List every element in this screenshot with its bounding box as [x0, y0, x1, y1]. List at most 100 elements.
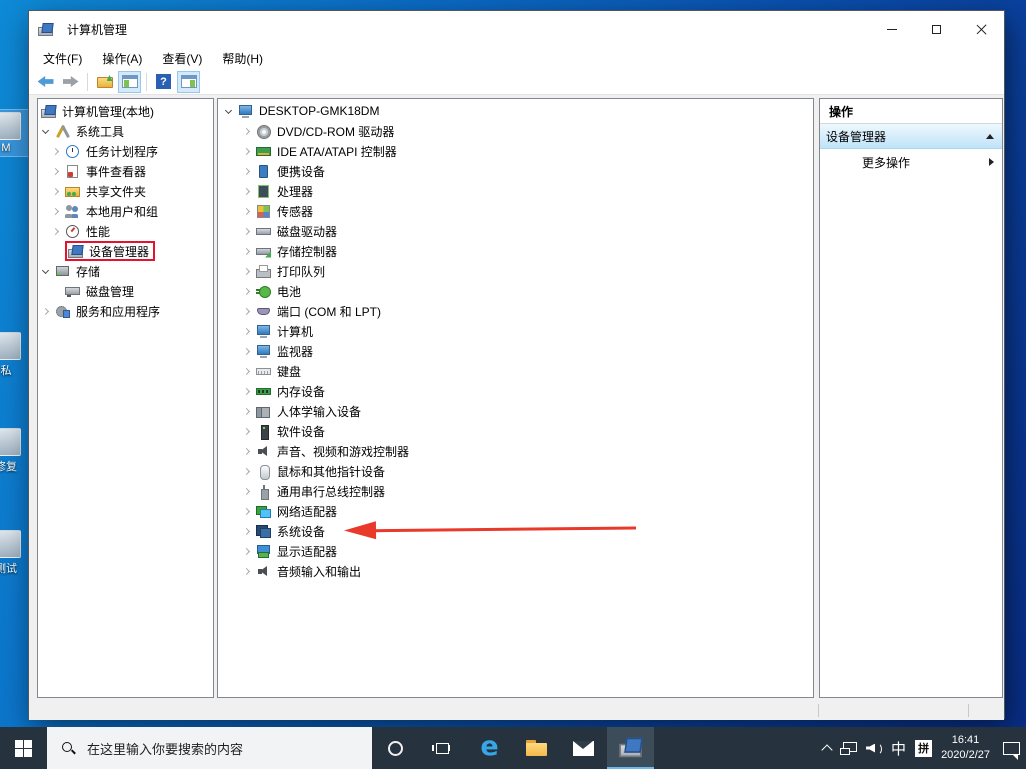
tree-item-disk-management[interactable]: 磁盘管理	[38, 281, 213, 301]
chevron-down-icon[interactable]	[225, 106, 232, 113]
device-category-storage-controllers[interactable]: 存储控制器	[218, 241, 813, 261]
desktop-icon[interactable]: 私	[0, 332, 28, 378]
edge-button[interactable]: e	[466, 727, 513, 769]
show-hidden-icons-chevron[interactable]	[821, 744, 832, 755]
volume-icon[interactable]	[866, 742, 882, 755]
device-category-keyboards[interactable]: 键盘	[218, 361, 813, 381]
device-category-processors[interactable]: 处理器	[218, 181, 813, 201]
tree-item-services-applications[interactable]: 服务和应用程序	[38, 301, 213, 321]
ime-mode-indicator[interactable]: 拼	[915, 740, 932, 757]
device-category-sensors[interactable]: 传感器	[218, 201, 813, 221]
action-center-icon[interactable]	[1003, 742, 1020, 755]
file-explorer-button[interactable]	[513, 727, 560, 769]
device-category-mice[interactable]: 鼠标和其他指针设备	[218, 461, 813, 481]
device-category-sound-video-game[interactable]: 声音、视频和游戏控制器	[218, 441, 813, 461]
chevron-right-icon[interactable]	[243, 207, 250, 214]
device-category-computer[interactable]: 计算机	[218, 321, 813, 341]
device-category-network-adapters[interactable]: 网络适配器	[218, 501, 813, 521]
chevron-right-icon[interactable]	[243, 367, 250, 374]
up-folder-button[interactable]	[93, 71, 116, 93]
device-category-ports[interactable]: 端口 (COM 和 LPT)	[218, 301, 813, 321]
chevron-down-icon[interactable]	[42, 126, 49, 133]
computer-management-taskbar-button[interactable]	[607, 727, 654, 769]
more-actions-item[interactable]: 更多操作	[820, 149, 1002, 175]
close-button[interactable]	[959, 11, 1004, 47]
tree-item-task-scheduler[interactable]: 任务计划程序	[38, 141, 213, 161]
start-button[interactable]	[0, 727, 47, 769]
tree-item-system-tools[interactable]: 系统工具	[38, 121, 213, 141]
device-category-ide-controller[interactable]: IDE ATA/ATAPI 控制器	[218, 141, 813, 161]
device-category-dvd-cdrom[interactable]: DVD/CD-ROM 驱动器	[218, 121, 813, 141]
minimize-button[interactable]	[869, 11, 914, 47]
desktop-icon[interactable]: M	[0, 110, 28, 156]
chevron-right-icon[interactable]	[243, 267, 250, 274]
ime-language-indicator[interactable]: 中	[891, 738, 906, 759]
chevron-right-icon[interactable]	[52, 147, 59, 154]
maximize-button[interactable]	[914, 11, 959, 47]
device-tree-root[interactable]: DESKTOP-GMK18DM	[218, 101, 813, 121]
chevron-right-icon[interactable]	[243, 507, 250, 514]
desktop-icon[interactable]: 修复	[0, 428, 28, 474]
device-category-memory-devices[interactable]: 内存设备	[218, 381, 813, 401]
device-category-disk-drives[interactable]: 磁盘驱动器	[218, 221, 813, 241]
chevron-right-icon[interactable]	[243, 127, 250, 134]
device-category-monitors[interactable]: 监视器	[218, 341, 813, 361]
chevron-right-icon[interactable]	[243, 227, 250, 234]
tree-item-shared-folders[interactable]: 共享文件夹	[38, 181, 213, 201]
tree-item-performance[interactable]: 性能	[38, 221, 213, 241]
chevron-down-icon[interactable]	[42, 266, 49, 273]
device-category-portable-devices[interactable]: 便携设备	[218, 161, 813, 181]
chevron-right-icon[interactable]	[243, 527, 250, 534]
collapse-section-icon[interactable]	[986, 134, 994, 139]
device-category-print-queues[interactable]: 打印队列	[218, 261, 813, 281]
tree-item-event-viewer[interactable]: 事件查看器	[38, 161, 213, 181]
help-button[interactable]: ?	[152, 71, 175, 93]
menu-action[interactable]: 操作(A)	[92, 48, 152, 69]
tree-item-device-manager[interactable]: 设备管理器	[38, 241, 213, 261]
task-view-button[interactable]	[419, 727, 466, 769]
network-icon[interactable]	[840, 742, 857, 755]
back-button[interactable]	[34, 71, 57, 93]
device-category-audio-io[interactable]: 音频输入和输出	[218, 561, 813, 581]
chevron-right-icon[interactable]	[243, 147, 250, 154]
toggle-console-tree-button[interactable]	[118, 71, 141, 93]
toggle-action-pane-button[interactable]	[177, 71, 200, 93]
chevron-right-icon[interactable]	[243, 167, 250, 174]
title-bar[interactable]: 计算机管理	[29, 11, 1004, 47]
chevron-right-icon[interactable]	[243, 187, 250, 194]
chevron-right-icon[interactable]	[52, 207, 59, 214]
chevron-right-icon[interactable]	[243, 287, 250, 294]
device-category-software-devices[interactable]: 软件设备	[218, 421, 813, 441]
mail-button[interactable]	[560, 727, 607, 769]
chevron-right-icon[interactable]	[243, 427, 250, 434]
chevron-right-icon[interactable]	[42, 307, 49, 314]
chevron-right-icon[interactable]	[243, 487, 250, 494]
forward-button[interactable]	[59, 71, 82, 93]
taskbar-search[interactable]: 在这里输入你要搜索的内容	[47, 727, 372, 769]
chevron-right-icon[interactable]	[243, 307, 250, 314]
device-category-hid[interactable]: 人体学输入设备	[218, 401, 813, 421]
menu-file[interactable]: 文件(F)	[33, 48, 92, 69]
tree-item-storage[interactable]: 存储	[38, 261, 213, 281]
chevron-right-icon[interactable]	[243, 547, 250, 554]
chevron-right-icon[interactable]	[243, 347, 250, 354]
desktop-icon[interactable]: 测试	[0, 530, 28, 576]
chevron-right-icon[interactable]	[52, 167, 59, 174]
chevron-right-icon[interactable]	[243, 327, 250, 334]
tree-item-computer-management-root[interactable]: 计算机管理(本地)	[38, 101, 213, 121]
cortana-button[interactable]	[372, 727, 419, 769]
actions-section-device-manager[interactable]: 设备管理器	[820, 124, 1002, 149]
chevron-right-icon[interactable]	[52, 187, 59, 194]
tree-item-local-users-groups[interactable]: 本地用户和组	[38, 201, 213, 221]
menu-view[interactable]: 查看(V)	[152, 48, 212, 69]
device-category-batteries[interactable]: 电池	[218, 281, 813, 301]
chevron-right-icon[interactable]	[243, 467, 250, 474]
menu-help[interactable]: 帮助(H)	[212, 48, 273, 69]
chevron-right-icon[interactable]	[243, 567, 250, 574]
chevron-right-icon[interactable]	[243, 447, 250, 454]
device-category-display-adapters[interactable]: 显示适配器	[218, 541, 813, 561]
chevron-right-icon[interactable]	[243, 407, 250, 414]
chevron-right-icon[interactable]	[243, 247, 250, 254]
chevron-right-icon[interactable]	[52, 227, 59, 234]
taskbar-clock[interactable]: 16:41 2020/2/27	[941, 733, 990, 763]
